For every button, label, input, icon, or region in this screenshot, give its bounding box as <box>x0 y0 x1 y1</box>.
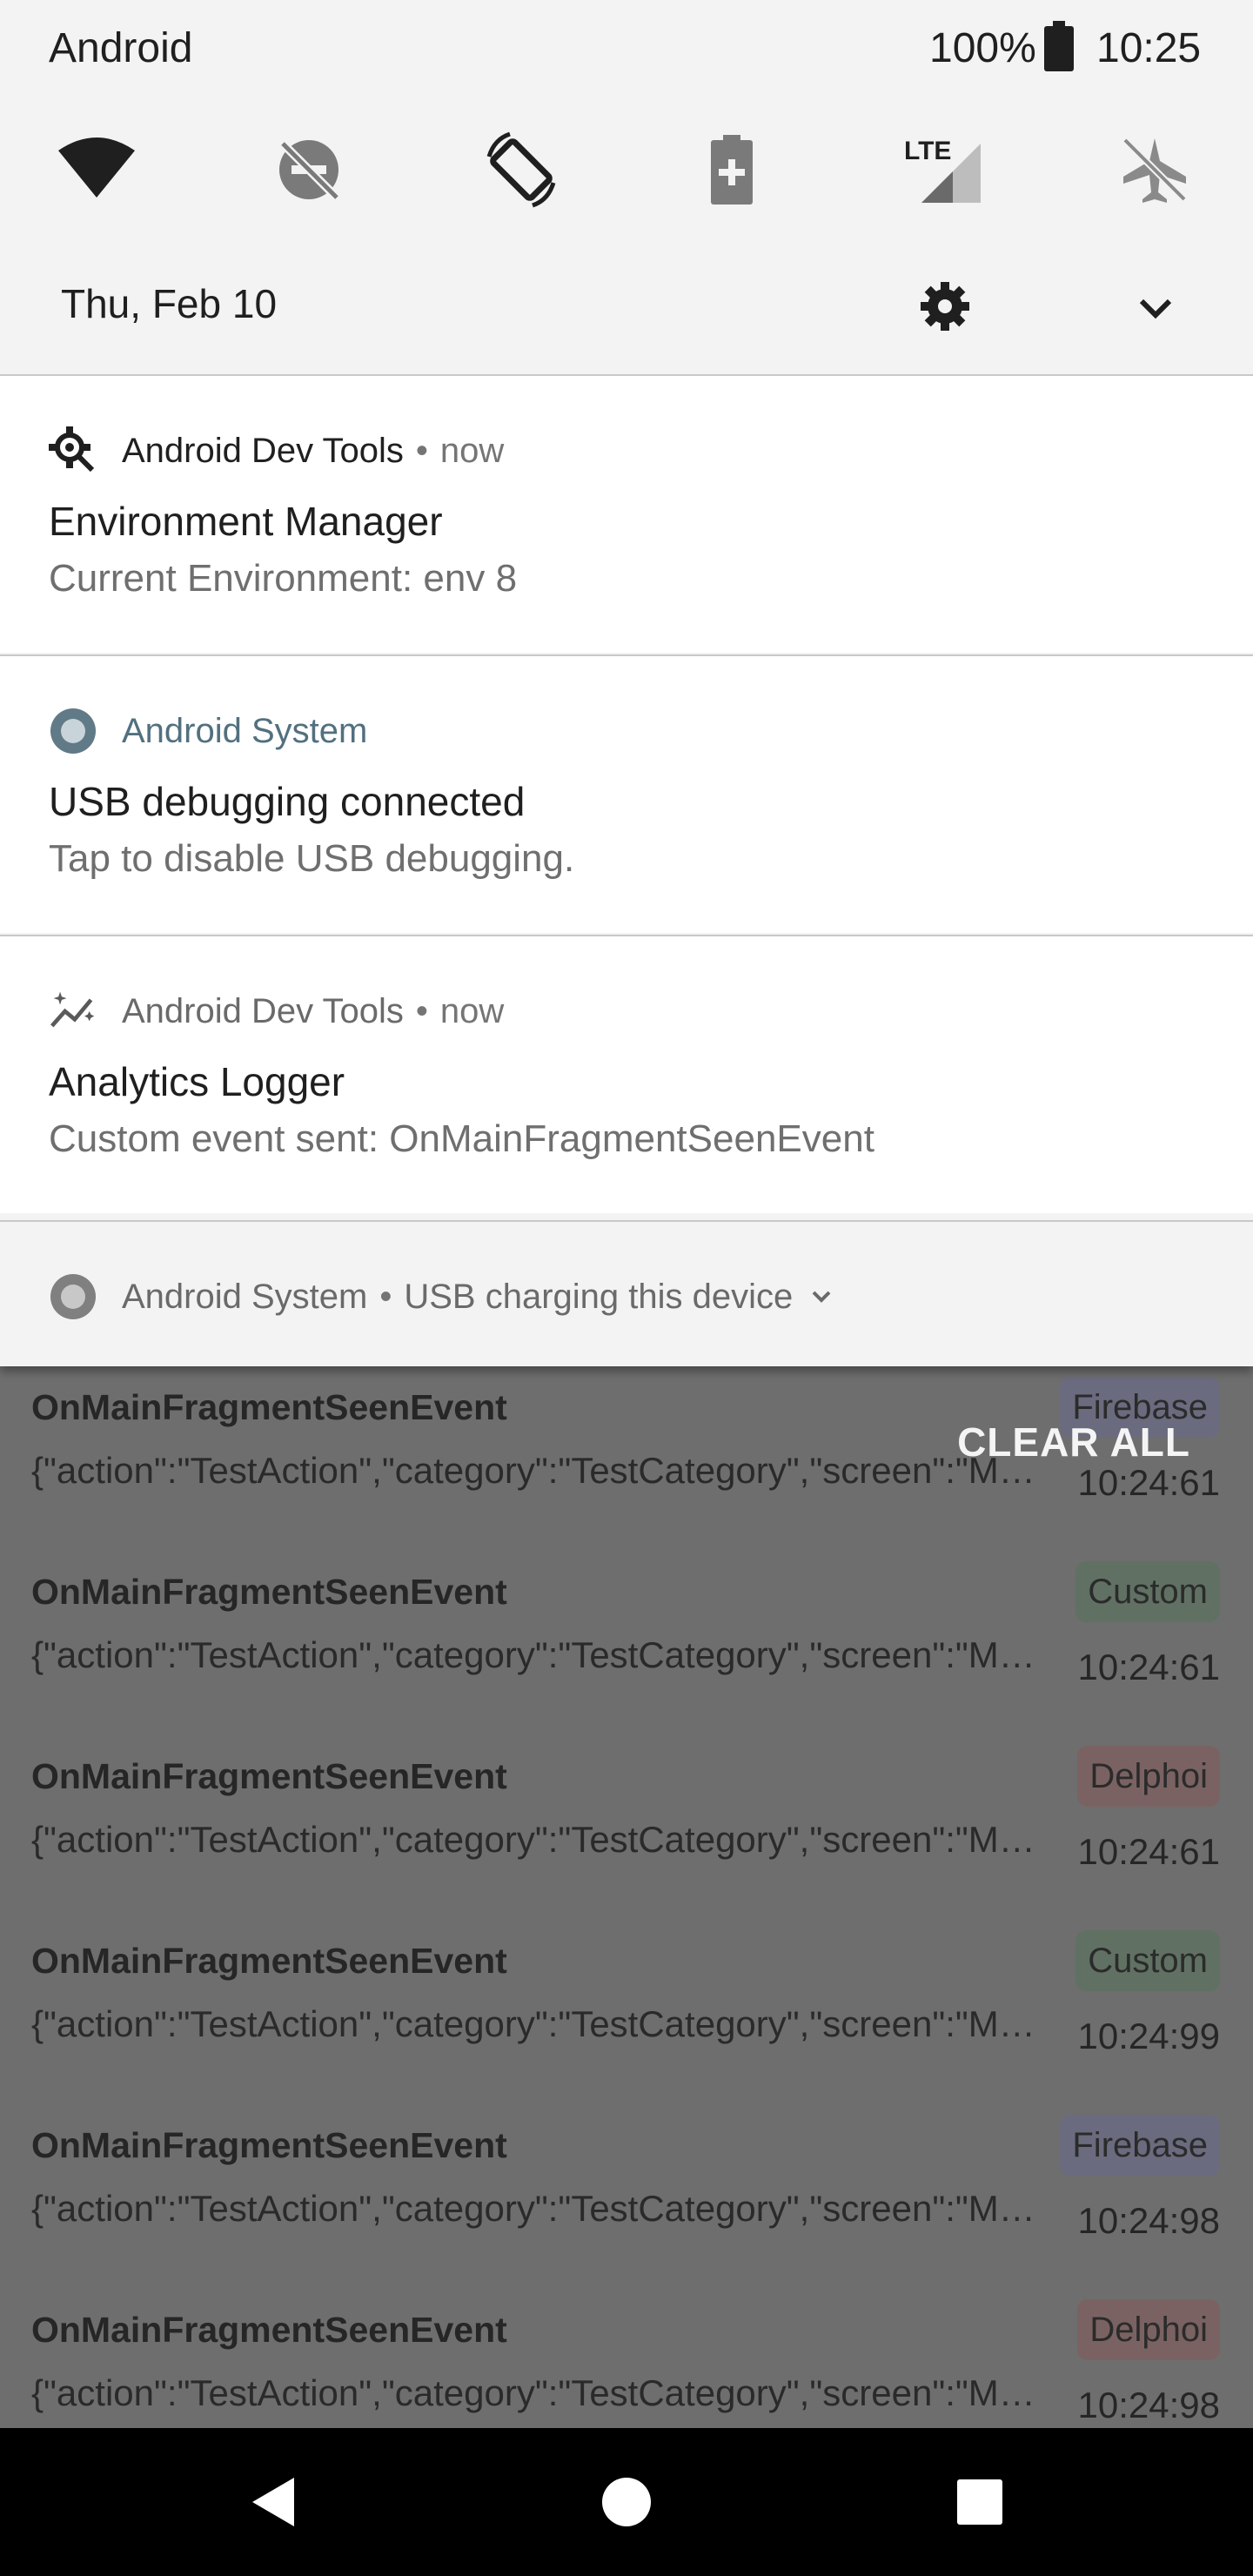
notification-time: now <box>439 991 505 1030</box>
home-icon[interactable] <box>592 2467 661 2537</box>
date-label: Thu, Feb 10 <box>61 281 278 326</box>
notification-title: USB debugging connected <box>49 779 526 824</box>
event-payload: {"action":"TestAction","category":"TestC… <box>31 2188 1041 2229</box>
chevron-down-icon[interactable] <box>1131 284 1180 332</box>
notification-analytics-logger[interactable]: Android Dev Tools • now Analytics Logger… <box>0 935 1253 1213</box>
clock: 10:25 <box>1096 25 1202 71</box>
notification-text: Custom event sent: OnMainFragmentSeenEve… <box>49 1117 874 1160</box>
notification-header: Android Dev Tools • now <box>49 426 504 475</box>
event-name: OnMainFragmentSeenEvent <box>31 2125 507 2165</box>
notification-title: Environment Manager <box>49 499 443 544</box>
event-time: 10:24:99 <box>1077 2016 1221 2056</box>
clear-all-button[interactable]: CLEAR ALL <box>957 1419 1190 1466</box>
notification-separator: • <box>415 431 428 470</box>
event-time: 10:24:61 <box>1077 1831 1221 1872</box>
carrier-label: Android <box>49 25 193 71</box>
notification-time: now <box>439 431 505 470</box>
notification-title: Analytics Logger <box>49 1059 345 1104</box>
android-system-icon <box>49 1272 97 1321</box>
notification-shade: Android 100% 10:25 LTE Thu, Feb 10 Andro… <box>0 0 1253 1366</box>
android-system-icon <box>49 707 97 755</box>
notification-app-name: Android System <box>122 1277 368 1316</box>
analytics-sparkle-icon <box>49 987 97 1036</box>
list-item[interactable]: OnMainFragmentSeenEvent {"action":"TestA… <box>0 2104 1253 2289</box>
event-payload: {"action":"TestAction","category":"TestC… <box>31 1819 1041 1860</box>
quick-settings-footer: Thu, Feb 10 <box>0 261 1253 348</box>
notification-environment-manager[interactable]: Android Dev Tools • now Environment Mana… <box>0 374 1253 653</box>
event-name: OnMainFragmentSeenEvent <box>31 1941 507 1981</box>
notification-header: Android System <box>49 707 367 755</box>
notification-separator: • <box>379 1277 392 1316</box>
event-source-badge: Firebase <box>1060 2115 1220 2176</box>
notification-separator: • <box>415 991 428 1030</box>
event-source-badge: Custom <box>1075 1930 1220 1991</box>
gear-search-icon <box>49 426 97 475</box>
navigation-bar <box>0 2428 1253 2576</box>
list-item[interactable]: OnMainFragmentSeenEvent {"action":"TestA… <box>0 1920 1253 2104</box>
event-payload: {"action":"TestAction","category":"TestC… <box>31 2372 1041 2413</box>
status-bar: Android 100% 10:25 <box>0 0 1253 101</box>
event-payload: {"action":"TestAction","category":"TestC… <box>31 1634 1041 1675</box>
event-payload: {"action":"TestAction","category":"TestC… <box>31 2003 1041 2044</box>
notification-usb-debugging[interactable]: Android System USB debugging connected T… <box>0 654 1253 933</box>
battery-icon <box>1044 21 1074 71</box>
lte-signal-icon[interactable]: LTE <box>896 122 992 218</box>
event-source-badge: Delphoi <box>1077 2299 1220 2360</box>
event-source-badge: Custom <box>1075 1561 1220 1622</box>
svg-text:LTE: LTE <box>904 137 951 165</box>
event-time: 10:24:61 <box>1077 1462 1221 1503</box>
recents-icon[interactable] <box>945 2467 1015 2537</box>
list-item[interactable]: OnMainFragmentSeenEvent {"action":"TestA… <box>0 2289 1253 2428</box>
quick-settings-row: LTE <box>0 122 1253 218</box>
notification-header: Android Dev Tools • now <box>49 987 504 1036</box>
notification-text: USB charging this device <box>404 1277 794 1316</box>
battery-percent: 100% <box>929 25 1036 71</box>
event-time: 10:24:98 <box>1077 2385 1221 2425</box>
airplane-mode-icon[interactable] <box>1107 122 1203 218</box>
do-not-disturb-off-icon[interactable] <box>261 122 357 218</box>
notification-header: Android System • USB charging this devic… <box>49 1271 836 1323</box>
battery-saver-icon[interactable] <box>684 122 780 218</box>
notification-app-name: Android Dev Tools <box>122 431 404 470</box>
notification-text: Current Environment: env 8 <box>49 557 518 600</box>
event-name: OnMainFragmentSeenEvent <box>31 1387 507 1427</box>
event-source-badge: Delphoi <box>1077 1746 1220 1807</box>
event-payload: {"action":"TestAction","category":"TestC… <box>31 1450 1041 1491</box>
event-name: OnMainFragmentSeenEvent <box>31 1572 507 1612</box>
gear-icon[interactable] <box>917 278 973 334</box>
event-time: 10:24:98 <box>1077 2200 1221 2241</box>
event-name: OnMainFragmentSeenEvent <box>31 1756 507 1796</box>
notification-app-name: Android Dev Tools <box>122 991 404 1030</box>
wifi-icon[interactable] <box>49 122 144 218</box>
chevron-down-icon[interactable] <box>807 1282 836 1311</box>
notification-text: Tap to disable USB debugging. <box>49 837 575 880</box>
auto-rotate-icon[interactable] <box>473 122 569 218</box>
event-name: OnMainFragmentSeenEvent <box>31 2310 507 2350</box>
list-item[interactable]: OnMainFragmentSeenEvent {"action":"TestA… <box>0 1735 1253 1920</box>
notification-app-name: Android System <box>122 711 368 750</box>
back-icon[interactable] <box>238 2467 308 2537</box>
notification-usb-charging[interactable]: Android System • USB charging this devic… <box>0 1220 1253 1366</box>
event-time: 10:24:61 <box>1077 1647 1221 1687</box>
list-item[interactable]: OnMainFragmentSeenEvent {"action":"TestA… <box>0 1551 1253 1735</box>
analytics-event-list: CLEAR ALL OnMainFragmentSeenEvent {"acti… <box>0 1366 1253 2428</box>
